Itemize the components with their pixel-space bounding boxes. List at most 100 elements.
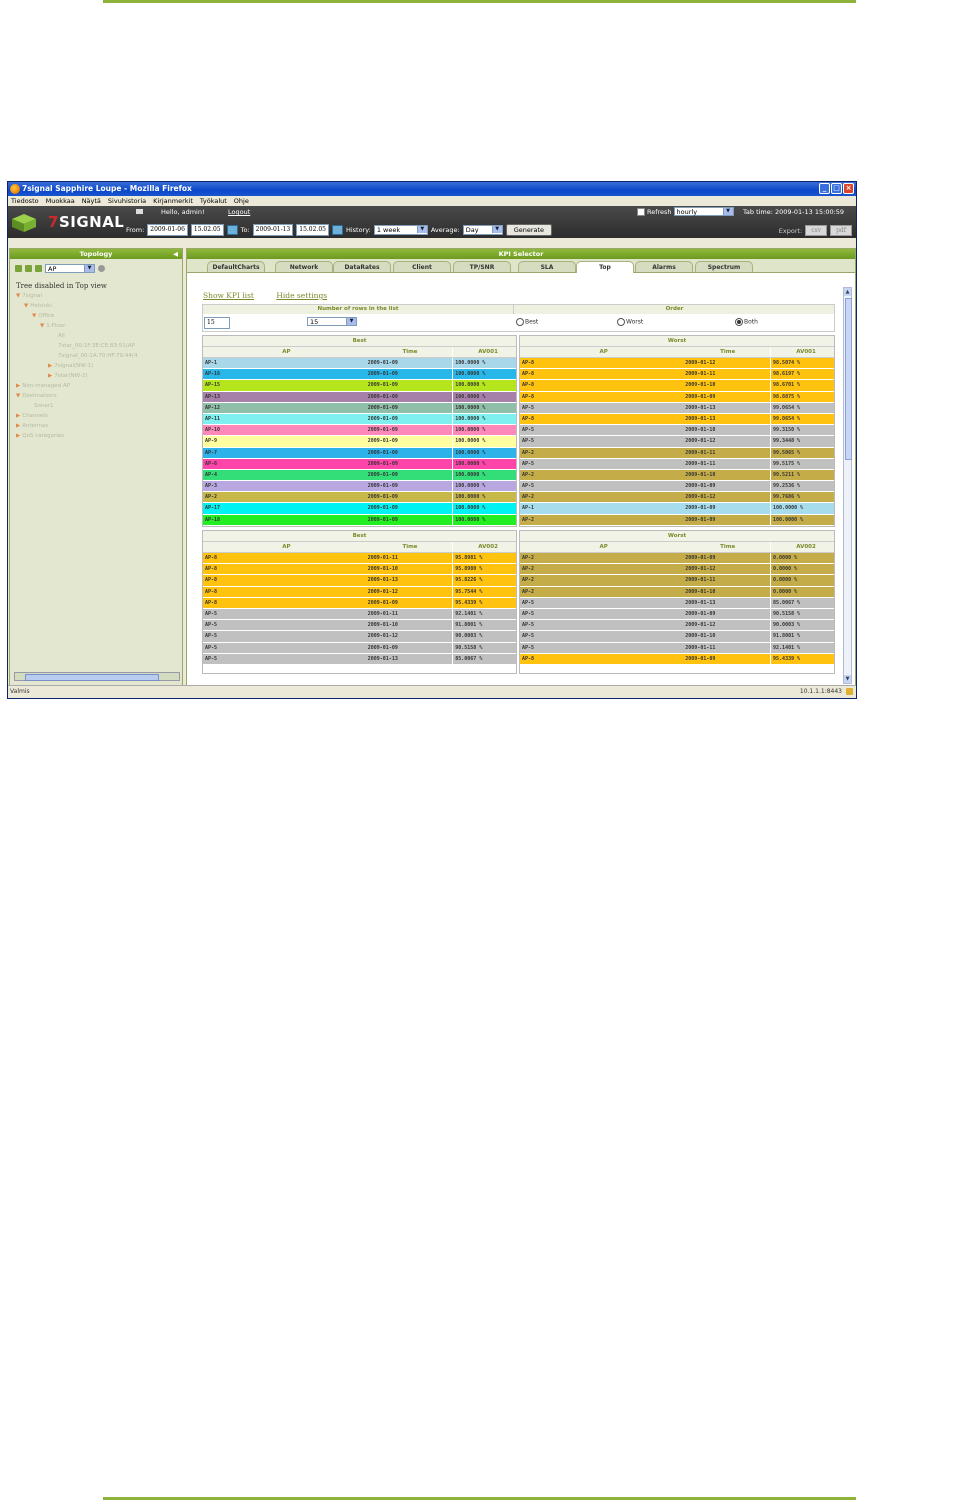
tab-sla[interactable]: SLA [518, 261, 576, 272]
tab-alarms[interactable]: Alarms [635, 261, 693, 272]
scrollbar-thumb[interactable] [25, 674, 159, 681]
menu-item-0[interactable]: Tiedosto [11, 197, 39, 205]
table-row[interactable]: AP-8 2009-01-13 99.0654 % [520, 413, 834, 426]
col-ap-header[interactable]: AP [203, 347, 368, 357]
refresh-tree-icon[interactable] [35, 264, 42, 272]
horizontal-scrollbar[interactable] [14, 672, 180, 681]
tab-spectrum[interactable]: Spectrum [695, 261, 753, 272]
to-time-field[interactable]: 15.02.05 [296, 224, 329, 236]
scroll-up-icon[interactable]: ▲ [844, 288, 851, 296]
table-row[interactable]: AP-8 2009-01-13 95.8226 % [203, 575, 516, 587]
order-both-option[interactable]: Both [735, 318, 758, 326]
table-row[interactable]: AP-5 2009-01-11 92.1401 % [520, 642, 834, 654]
export-csv-button[interactable]: csv [805, 225, 828, 236]
table-row[interactable]: AP-5 2009-01-13 85.0067 % [520, 597, 834, 609]
table-row[interactable]: AP-5 2009-01-09 90.5158 % [203, 642, 516, 654]
table-row[interactable]: AP-1 2009-01-09 100.0000 % [203, 358, 516, 370]
table-row[interactable]: AP-5 2009-01-12 90.0003 % [520, 620, 834, 632]
refresh-select[interactable]: hourly ▼ [673, 207, 734, 216]
from-time-field[interactable]: 15.02.05 [190, 224, 224, 236]
generate-button[interactable]: Generate [505, 224, 553, 236]
col-kpi-header[interactable]: AV002 [770, 542, 834, 552]
collapse-all-icon[interactable] [25, 264, 32, 272]
table-row[interactable]: AP-4 2009-01-09 100.0000 % [203, 469, 516, 482]
table-row[interactable]: AP-18 2009-01-09 100.0000 % [203, 514, 516, 526]
radio-worst[interactable] [617, 318, 625, 326]
table-row[interactable]: AP-6 2009-01-09 100.0000 % [203, 458, 516, 470]
hide-settings-link[interactable]: Hide settings [276, 291, 327, 300]
col-ap-header[interactable]: AP [520, 347, 685, 357]
table-row[interactable]: AP-15 2009-01-09 100.0000 % [203, 380, 516, 392]
expand-all-icon[interactable] [15, 264, 22, 272]
table-row[interactable]: AP-8 2009-01-09 95.4339 % [203, 597, 516, 609]
from-date-field[interactable]: 2009-01-06 [147, 224, 188, 236]
table-row[interactable]: AP-5 2009-01-10 91.8001 % [203, 620, 516, 632]
table-row[interactable]: AP-8 2009-01-10 95.8980 % [203, 564, 516, 576]
table-row[interactable]: AP-5 2009-01-09 90.5158 % [520, 608, 834, 621]
col-ap-header[interactable]: AP [520, 542, 685, 552]
table-row[interactable]: AP-2 2009-01-11 0.0000 % [520, 575, 834, 587]
vertical-scrollbar[interactable]: ▲ ▼ [843, 287, 852, 684]
to-date-field[interactable]: 2009-01-13 [252, 224, 294, 236]
table-row[interactable]: AP-5 2009-01-13 99.0654 % [520, 402, 834, 414]
table-row[interactable]: AP-8 2009-01-12 95.7544 % [203, 586, 516, 598]
col-time-header[interactable]: Time [685, 347, 770, 357]
order-worst-option[interactable]: Worst [617, 318, 643, 326]
menu-item-4[interactable]: Kirjanmerkit [153, 197, 193, 205]
table-row[interactable]: AP-5 2009-01-13 85.0067 % [203, 653, 516, 665]
col-kpi-header[interactable]: AV002 [452, 542, 516, 552]
col-kpi-header[interactable]: AV001 [452, 347, 516, 357]
table-row[interactable]: AP-3 2009-01-09 100.0000 % [203, 481, 516, 493]
tab-network[interactable]: Network [275, 261, 333, 272]
scroll-down-icon[interactable]: ▼ [844, 675, 851, 683]
menu-item-2[interactable]: Näytä [82, 197, 101, 205]
table-row[interactable]: AP-5 2009-01-11 92.1401 % [203, 608, 516, 621]
col-time-header[interactable]: Time [368, 347, 453, 357]
tab-defaultcharts[interactable]: DefaultCharts [207, 261, 265, 272]
collapse-panel-icon[interactable]: ◀ [173, 249, 178, 259]
table-row[interactable]: AP-5 2009-01-12 99.3448 % [520, 436, 834, 448]
table-row[interactable]: AP-8 2009-01-11 95.8981 % [203, 553, 516, 565]
menu-item-1[interactable]: Muokkaa [46, 197, 75, 205]
table-row[interactable]: AP-2 2009-01-09 100.0000 % [520, 514, 834, 526]
table-row[interactable]: AP-2 2009-01-09 100.0000 % [203, 492, 516, 504]
table-row[interactable]: AP-8 2009-01-11 98.6197 % [520, 369, 834, 381]
maximize-button[interactable]: □ [831, 183, 842, 194]
tab-top[interactable]: Top [576, 261, 634, 273]
show-kpi-list-link[interactable]: Show KPI list [203, 291, 254, 300]
search-icon[interactable] [98, 264, 105, 272]
table-row[interactable]: AP-2 2009-01-11 99.5065 % [520, 447, 834, 459]
table-row[interactable]: AP-2 2009-01-10 99.5211 % [520, 469, 834, 482]
refresh-checkbox[interactable] [637, 207, 645, 216]
order-best-option[interactable]: Best [516, 318, 538, 326]
table-row[interactable]: AP-16 2009-01-09 100.0000 % [203, 369, 516, 381]
table-row[interactable]: AP-1 2009-01-09 100.0000 % [520, 503, 834, 515]
tab-client[interactable]: Client [393, 261, 451, 272]
rows-select[interactable]: 15 ▼ [307, 317, 357, 326]
table-row[interactable]: AP-8 2009-01-10 98.6701 % [520, 380, 834, 392]
table-row[interactable]: AP-5 2009-01-10 91.8001 % [520, 631, 834, 643]
col-kpi-header[interactable]: AV001 [770, 347, 834, 357]
table-row[interactable]: AP-2 2009-01-09 0.0000 % [520, 553, 834, 565]
col-time-header[interactable]: Time [685, 542, 770, 552]
table-row[interactable]: AP-7 2009-01-09 100.0000 % [203, 447, 516, 459]
radio-both[interactable] [735, 318, 743, 326]
table-row[interactable]: AP-2 2009-01-12 99.7686 % [520, 492, 834, 504]
logout-link[interactable]: Logout [228, 208, 250, 216]
table-row[interactable]: AP-8 2009-01-09 98.8875 % [520, 391, 834, 403]
table-row[interactable]: AP-2 2009-01-10 0.0000 % [520, 586, 834, 598]
table-row[interactable]: AP-10 2009-01-09 100.0000 % [203, 425, 516, 437]
tab-datarates[interactable]: DataRates [333, 261, 391, 272]
table-row[interactable]: AP-2 2009-01-12 0.0000 % [520, 564, 834, 576]
message-icon[interactable] [136, 209, 143, 214]
menu-item-6[interactable]: Ohje [234, 197, 249, 205]
calendar-icon[interactable] [226, 225, 238, 235]
rows-input[interactable]: 15 [204, 317, 230, 329]
table-row[interactable]: AP-8 2009-01-09 95.4339 % [520, 653, 834, 665]
radio-best[interactable] [516, 318, 524, 326]
table-row[interactable]: AP-17 2009-01-09 100.0000 % [203, 503, 516, 515]
table-row[interactable]: AP-12 2009-01-09 100.0000 % [203, 402, 516, 414]
table-row[interactable]: AP-5 2009-01-12 90.0003 % [203, 631, 516, 643]
table-row[interactable]: AP-5 2009-01-11 99.5175 % [520, 458, 834, 470]
menu-item-3[interactable]: Sivuhistoria [108, 197, 146, 205]
